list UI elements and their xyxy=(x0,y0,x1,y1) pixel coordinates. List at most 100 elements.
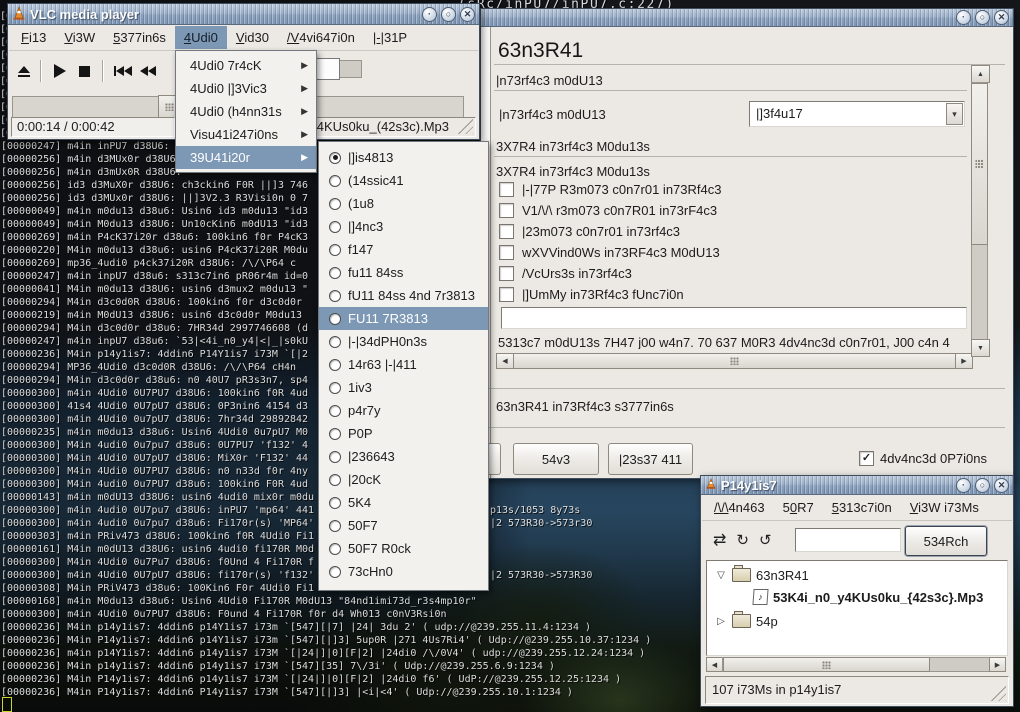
play-button[interactable] xyxy=(48,64,72,78)
section-title-extra: 3X7R4 in73rf4c3 M0du13s xyxy=(496,139,650,154)
checkbox-row[interactable]: /VcUrs3s in73rf4c3 xyxy=(499,263,721,284)
equalizer-preset-item[interactable]: 1iv3 xyxy=(319,376,488,399)
scroll-down-icon[interactable]: ▼ xyxy=(971,339,990,357)
expander-open-icon[interactable]: ▽ xyxy=(715,570,727,581)
menubar-item-31p[interactable]: |-|31P xyxy=(364,26,416,49)
equalizer-preset-item[interactable]: 5K4 xyxy=(319,491,488,514)
menu-item[interactable]: 4Udi0 7r4cK▶ xyxy=(176,54,316,77)
equalizer-preset-item[interactable]: p4r7y xyxy=(319,399,488,422)
interface-module-combo[interactable]: |]3f4u17 ▾ xyxy=(749,101,965,127)
equalizer-preset-item[interactable]: 50F7 R0ck xyxy=(319,537,488,560)
rewind-button[interactable] xyxy=(136,66,160,76)
menu-item[interactable]: 39U41i20r▶ xyxy=(176,146,316,169)
tree-row-sap[interactable]: ▷ 54p xyxy=(715,611,778,631)
reset-all-button[interactable]: |23s37 411 xyxy=(608,443,693,475)
scrollbar-thumb[interactable] xyxy=(723,657,930,672)
scrollbar-thumb[interactable] xyxy=(971,83,988,245)
advanced-options-checkbox[interactable]: ✓ xyxy=(859,451,874,466)
menubar-item-vid30[interactable]: Vid30 xyxy=(227,26,278,49)
previous-button[interactable] xyxy=(110,66,136,76)
maximize-button[interactable]: ○ xyxy=(975,10,990,25)
close-button[interactable]: ✕ xyxy=(994,478,1009,493)
checkbox-icon[interactable] xyxy=(499,287,514,302)
vlc-titlebar[interactable]: VLC media player · ○ ✕ xyxy=(8,4,479,25)
playlist-menu-item-4n463[interactable]: /\/\4n463 xyxy=(705,496,774,519)
checkbox-row[interactable]: |]UmMy in73Rf4c3 fUnc7i0n xyxy=(499,284,721,305)
prefs-hscrollbar[interactable]: ◀ ▶ xyxy=(496,353,973,369)
repeat-icon[interactable]: ↺ xyxy=(759,531,772,549)
equalizer-preset-item[interactable]: |]4nc3 xyxy=(319,215,488,238)
playlist-search-input[interactable] xyxy=(795,528,901,552)
menubar-item-vi3w[interactable]: Vi3W xyxy=(55,26,104,49)
preferences-titlebar[interactable]: · ○ ✕ xyxy=(481,9,1013,27)
equalizer-preset-item[interactable]: |-|34dPH0n3s xyxy=(319,330,488,353)
prefs-vscrollbar[interactable]: ▲ ▼ xyxy=(971,65,990,357)
radio-icon xyxy=(329,198,341,210)
tree-row-current-item[interactable]: ♪ 53K4i_n0_y4KUs0ku_{42s3c}.Mp3 xyxy=(753,587,983,607)
close-button[interactable]: ✕ xyxy=(460,7,475,22)
checkbox-icon[interactable] xyxy=(499,182,514,197)
checkbox-row[interactable]: |-|77P R3m073 c0n7r01 in73Rf4c3 xyxy=(499,179,721,200)
checkbox-row[interactable]: wXVVind0Ws in73RF4c3 M0dU13 xyxy=(499,242,721,263)
save-button[interactable]: 54v3 xyxy=(513,443,599,475)
checkbox-icon[interactable] xyxy=(499,266,514,281)
maximize-button[interactable]: ○ xyxy=(975,478,990,493)
loop-icon[interactable]: ↻ xyxy=(736,531,749,549)
scroll-left-icon[interactable]: ◀ xyxy=(706,657,723,672)
checkbox-row[interactable]: V1/\/\ r3m073 c0n7R01 in73rF4c3 xyxy=(499,200,721,221)
resize-grip[interactable] xyxy=(990,685,1006,701)
equalizer-preset-item[interactable]: (1u8 xyxy=(319,192,488,215)
search-button[interactable]: 534Rch xyxy=(905,526,987,556)
menubar-item-v4vi647i0n[interactable]: /V4vi647i0n xyxy=(278,26,364,49)
minimize-button[interactable]: · xyxy=(422,7,437,22)
equalizer-preset-item[interactable]: |236643 xyxy=(319,445,488,468)
resize-grip[interactable] xyxy=(457,118,473,134)
scroll-right-icon[interactable]: ▶ xyxy=(989,657,1006,672)
equalizer-preset-item[interactable]: fu11 84ss xyxy=(319,261,488,284)
shuffle-icon[interactable]: ⇄ xyxy=(713,530,726,550)
equalizer-preset-item[interactable]: (14ssic41 xyxy=(319,169,488,192)
equalizer-preset-item[interactable]: FU11 7R3813 xyxy=(319,307,488,330)
terminal-line: [00000300] 41s4 4Udi0 0U7pU7 d38U6: 0P3n… xyxy=(1,400,308,413)
checkbox-icon[interactable] xyxy=(499,203,514,218)
equalizer-preset-item[interactable]: 73cHn0 xyxy=(319,560,488,583)
terminal-line: [00000256] m4in d3mUx0R d38U6: xyxy=(1,166,182,179)
chevron-down-icon[interactable]: ▾ xyxy=(946,103,963,125)
playlist-menu-item-5313c7i0n[interactable]: 5313c7i0n xyxy=(823,496,901,519)
playlist-menu-item-vi3wi73ms[interactable]: Vi3W i73Ms xyxy=(901,496,988,519)
scroll-left-icon[interactable]: ◀ xyxy=(496,353,514,369)
eject-button[interactable] xyxy=(14,66,34,77)
scrollbar-thumb[interactable] xyxy=(513,353,956,369)
minimize-button[interactable]: · xyxy=(956,10,971,25)
menu-item[interactable]: 4Udi0 |]3Vic3▶ xyxy=(176,77,316,100)
menu-item[interactable]: 4Udi0 (h4nn31s▶ xyxy=(176,100,316,123)
menubar-item-4udi0[interactable]: 4Udi0 xyxy=(175,26,227,49)
equalizer-preset-item[interactable]: 50F7 xyxy=(319,514,488,537)
maximize-button[interactable]: ○ xyxy=(441,7,456,22)
checkbox-icon[interactable] xyxy=(499,245,514,260)
equalizer-preset-item[interactable]: fU11 84ss 4nd 7r3813 xyxy=(319,284,488,307)
checkbox-icon[interactable] xyxy=(499,224,514,239)
minimize-button[interactable]: · xyxy=(956,478,971,493)
equalizer-preset-item[interactable]: f147 xyxy=(319,238,488,261)
close-button[interactable]: ✕ xyxy=(994,10,1009,25)
extra-interfaces-input[interactable] xyxy=(501,307,967,329)
scroll-up-icon[interactable]: ▲ xyxy=(971,65,990,83)
menubar-item-fi13[interactable]: Fi13 xyxy=(12,26,55,49)
playlist-hscrollbar[interactable]: ◀ ▶ xyxy=(706,657,1006,672)
playlist-titlebar[interactable]: P14y1is7 · ○ ✕ xyxy=(701,476,1013,495)
menu-item[interactable]: Visu41i247i0ns▶ xyxy=(176,123,316,146)
menubar-item-5377in6s[interactable]: 5377in6s xyxy=(104,26,175,49)
tree-row-general[interactable]: ▽ 63n3R41 xyxy=(715,565,809,585)
equalizer-preset-item[interactable]: P0P xyxy=(319,422,488,445)
playlist-menu-item-50r7[interactable]: 50R7 xyxy=(774,496,823,519)
terminal-line: [00000300] m4in 4udi0 0U7pu7 d38U6: inPU… xyxy=(1,504,314,517)
check-icon: ✓ xyxy=(862,453,871,464)
equalizer-preset-item[interactable]: |20cK xyxy=(319,468,488,491)
equalizer-preset-item[interactable]: |]is4813 xyxy=(319,146,488,169)
checkbox-row[interactable]: |23m073 c0n7r01 in73rf4c3 xyxy=(499,221,721,242)
equalizer-preset-item[interactable]: 14r63 |-|411 xyxy=(319,353,488,376)
stop-button[interactable] xyxy=(72,66,96,77)
radio-icon xyxy=(329,359,341,371)
expander-closed-icon[interactable]: ▷ xyxy=(715,616,727,627)
